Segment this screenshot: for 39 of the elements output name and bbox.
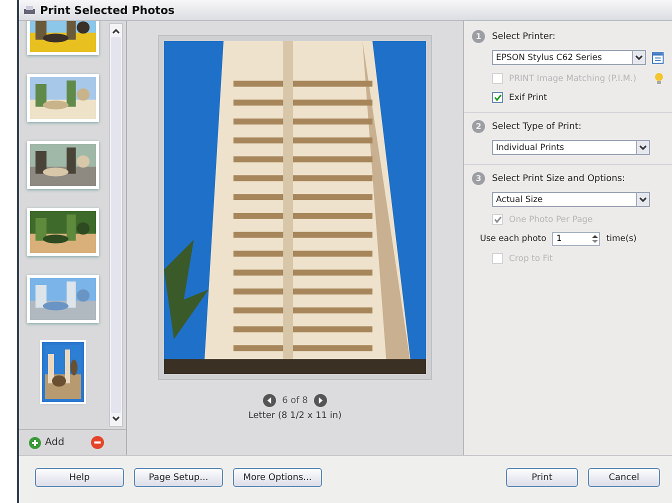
plus-icon bbox=[29, 436, 41, 448]
add-button[interactable]: Add bbox=[29, 436, 64, 448]
previous-icon[interactable] bbox=[263, 394, 276, 407]
dialog-button[interactable]: Cancel bbox=[588, 468, 660, 487]
dialog-button[interactable]: Help bbox=[35, 468, 124, 487]
spin-icon[interactable] bbox=[591, 233, 600, 245]
dialog-button[interactable]: More Options... bbox=[233, 468, 322, 487]
checkbox-label: Exif Print bbox=[509, 92, 548, 102]
check-icon bbox=[494, 216, 502, 223]
window-title: Print Selected Photos bbox=[40, 4, 175, 16]
paper-size-label: Letter (8 1/2 x 11 in) bbox=[248, 411, 342, 421]
page-indicator: 6 of 8 bbox=[282, 396, 308, 406]
spinner-label: Use each photo bbox=[480, 234, 546, 244]
caret-icon bbox=[635, 54, 644, 60]
step-label: Select Printer: bbox=[492, 32, 556, 42]
step-label: Select Type of Print: bbox=[492, 122, 582, 132]
checkbox[interactable] bbox=[492, 92, 503, 103]
scroll-down-icon[interactable] bbox=[112, 416, 120, 422]
remove-icon[interactable] bbox=[91, 436, 104, 449]
caret-icon bbox=[639, 196, 647, 202]
step-number: 2 bbox=[472, 120, 485, 133]
unit-label: time(s) bbox=[606, 234, 637, 244]
step-number: 1 bbox=[472, 30, 485, 43]
check-icon bbox=[494, 94, 502, 101]
dropdown[interactable]: Individual Prints bbox=[492, 140, 650, 155]
printer-icon bbox=[23, 4, 36, 16]
dropdown[interactable]: Actual Size bbox=[492, 192, 650, 207]
dialog-button[interactable]: Page Setup... bbox=[134, 468, 223, 487]
dropdown[interactable]: EPSON Stylus C62 Series bbox=[492, 50, 646, 65]
step-number: 3 bbox=[472, 172, 485, 185]
photo-thumbnail[interactable] bbox=[42, 342, 84, 402]
number-field[interactable]: 1 bbox=[552, 232, 600, 246]
next-icon[interactable] bbox=[314, 394, 327, 407]
caret-icon bbox=[639, 144, 647, 150]
scrollbar[interactable] bbox=[109, 23, 123, 427]
step-label: Select Print Size and Options: bbox=[492, 174, 626, 184]
dialog-button[interactable]: Print bbox=[506, 468, 578, 487]
properties-icon[interactable] bbox=[652, 52, 664, 64]
scroll-up-icon[interactable] bbox=[112, 28, 120, 34]
